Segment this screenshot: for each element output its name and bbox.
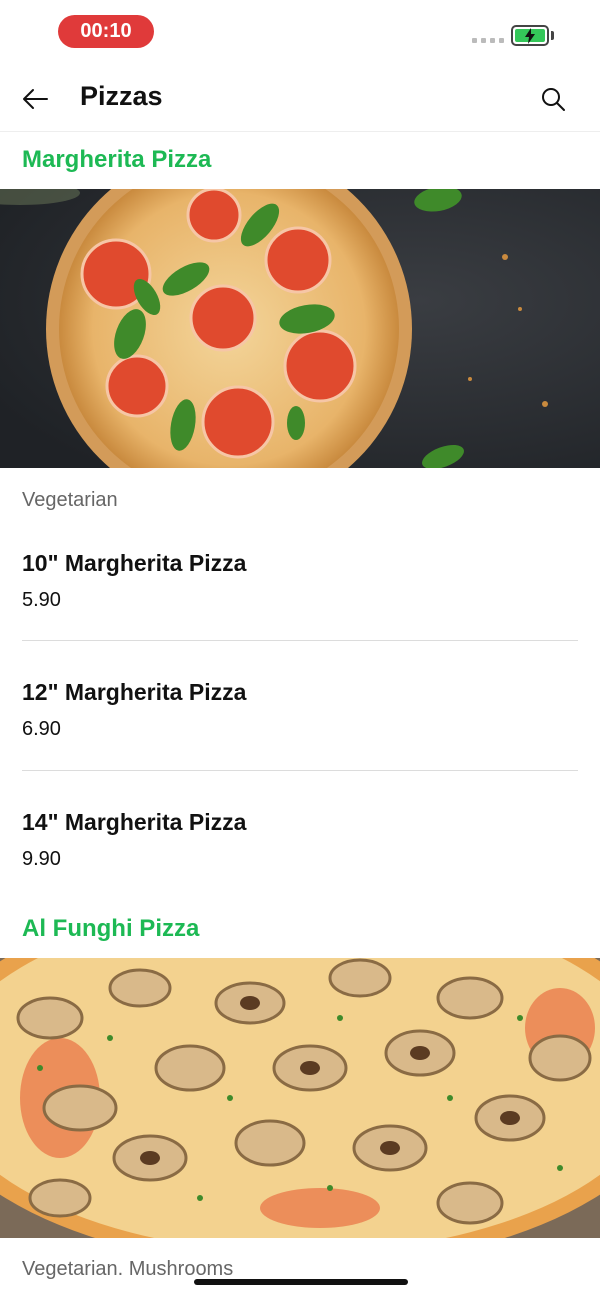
battery-icon [511, 25, 549, 46]
section-title-margherita: Margherita Pizza [22, 146, 212, 173]
status-time: 00:10 [58, 15, 154, 48]
page-title: Pizzas [80, 81, 163, 111]
al-funghi-pizza-image [0, 958, 600, 1238]
search-icon [542, 88, 565, 111]
signal-icon [472, 38, 504, 43]
menu-item[interactable]: 12" Margherita Pizza 6.90 [22, 679, 578, 741]
menu-item-name: 14" Margherita Pizza [22, 809, 247, 835]
menu-item-price: 6.90 [22, 718, 61, 740]
menu-item-name: 12" Margherita Pizza [22, 679, 247, 705]
divider [22, 770, 578, 771]
menu-item-price: 9.90 [22, 848, 61, 870]
menu-item-name: 10" Margherita Pizza [22, 550, 247, 576]
back-button[interactable] [18, 82, 52, 116]
battery-tip [551, 31, 554, 40]
divider [22, 640, 578, 641]
section-title-al-funghi: Al Funghi Pizza [22, 915, 200, 942]
status-bar: 00:10 [0, 0, 600, 62]
section-description: Vegetarian. Mushrooms [22, 1258, 234, 1280]
menu-item[interactable]: 14" Margherita Pizza 9.90 [22, 809, 578, 871]
margherita-pizza-image [0, 189, 600, 468]
search-button[interactable] [536, 82, 570, 116]
menu-item-price: 5.90 [22, 589, 61, 611]
menu-item[interactable]: 10" Margherita Pizza 5.90 [22, 550, 578, 612]
app-bar: Pizzas [0, 62, 600, 132]
arrow-left-icon [23, 89, 48, 109]
section-description: Vegetarian [22, 489, 118, 511]
home-indicator[interactable] [194, 1279, 408, 1285]
